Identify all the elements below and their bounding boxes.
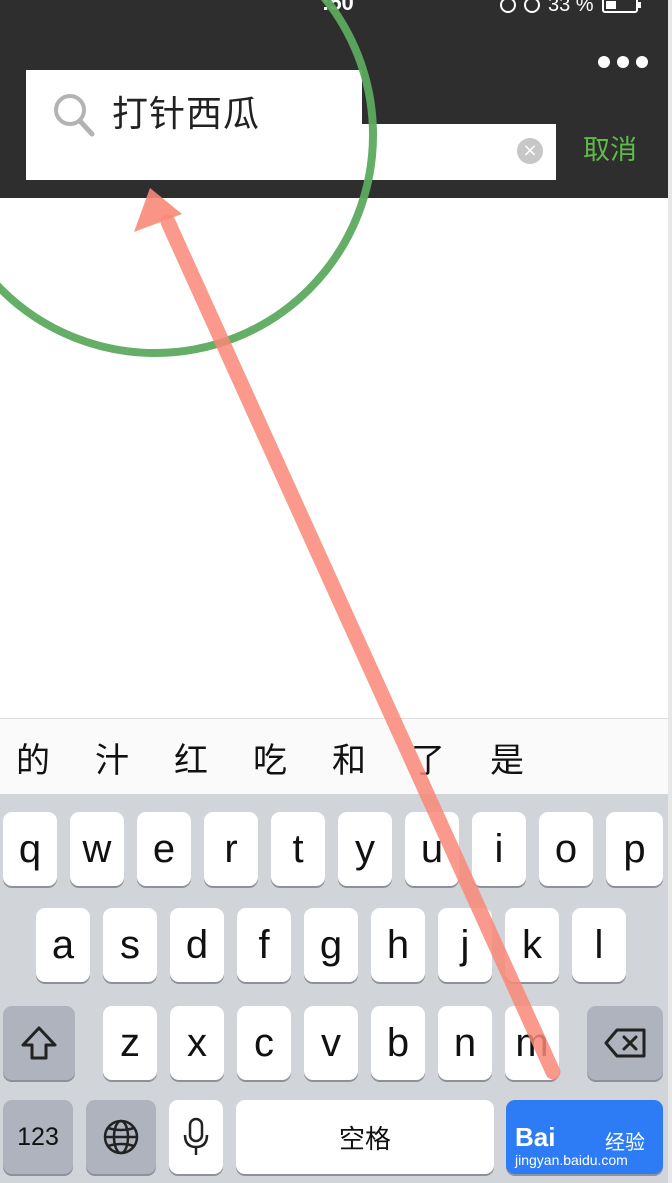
key-m[interactable]: m xyxy=(505,1006,559,1080)
search-query-text: 打针西瓜 xyxy=(112,94,261,135)
battery-icon xyxy=(601,0,641,13)
screenshot: :50 33 % × 取消 打针西瓜 的 汁 红 吃 和 了 是 q w e r… xyxy=(0,0,672,1183)
key-g[interactable]: g xyxy=(304,908,358,982)
numbers-key[interactable]: 123 xyxy=(3,1100,73,1174)
candidate-word[interactable]: 了 xyxy=(411,741,445,781)
battery-percent: 33 % xyxy=(548,0,594,16)
space-key[interactable]: 空格 xyxy=(236,1100,494,1174)
candidate-word[interactable]: 红 xyxy=(174,741,208,781)
candidate-bar: 的 汁 红 吃 和 了 是 xyxy=(0,718,672,795)
candidate-word[interactable]: 吃 xyxy=(253,741,287,781)
key-h[interactable]: h xyxy=(371,908,425,982)
key-y[interactable]: y xyxy=(338,812,392,886)
key-u[interactable]: u xyxy=(405,812,459,886)
more-dots-icon[interactable] xyxy=(598,50,648,74)
key-s[interactable]: s xyxy=(103,908,157,982)
status-bar: :50 33 % xyxy=(0,0,672,18)
key-c[interactable]: c xyxy=(237,1006,291,1080)
globe-icon xyxy=(103,1119,139,1155)
key-q[interactable]: q xyxy=(3,812,57,886)
dot xyxy=(598,56,610,68)
key-a[interactable]: a xyxy=(36,908,90,982)
key-i[interactable]: i xyxy=(472,812,526,886)
dot xyxy=(636,56,648,68)
key-p[interactable]: p xyxy=(606,812,663,886)
status-time: :50 xyxy=(322,0,354,15)
microphone-icon xyxy=(183,1117,209,1155)
top-bar: :50 33 % × 取消 打针西瓜 xyxy=(0,0,672,198)
shift-icon xyxy=(21,1026,57,1060)
key-v[interactable]: v xyxy=(304,1006,358,1080)
status-icons: 33 % xyxy=(500,0,641,16)
shift-key[interactable] xyxy=(3,1006,75,1080)
backspace-key[interactable] xyxy=(587,1006,663,1080)
space-key-label: 空格 xyxy=(338,1124,391,1155)
candidate-word[interactable]: 和 xyxy=(332,741,366,781)
key-j[interactable]: j xyxy=(438,908,492,982)
candidate-word[interactable]: 汁 xyxy=(95,741,129,781)
key-n[interactable]: n xyxy=(438,1006,492,1080)
watermark-suffix: 经验 xyxy=(605,1130,645,1154)
watermark-brand: Bai xyxy=(515,1122,556,1152)
baidu-watermark: Bai 经验 jingyan.baidu.com xyxy=(513,1122,663,1174)
key-r[interactable]: r xyxy=(204,812,258,886)
orientation-lock-icon xyxy=(500,0,516,13)
search-icon xyxy=(54,94,95,137)
key-d[interactable]: d xyxy=(170,908,224,982)
dot xyxy=(617,56,629,68)
globe-key[interactable] xyxy=(86,1100,156,1174)
key-l[interactable]: l xyxy=(572,908,626,982)
key-z[interactable]: z xyxy=(103,1006,157,1080)
frame-edge xyxy=(668,0,672,1183)
microphone-key[interactable] xyxy=(169,1100,223,1174)
numbers-key-label: 123 xyxy=(17,1122,59,1151)
key-t[interactable]: t xyxy=(271,812,325,886)
candidate-word[interactable]: 是 xyxy=(490,741,524,781)
key-w[interactable]: w xyxy=(70,812,124,886)
key-x[interactable]: x xyxy=(170,1006,224,1080)
candidate-word[interactable]: 的 xyxy=(16,741,50,781)
cancel-button[interactable]: 取消 xyxy=(583,134,637,168)
key-b[interactable]: b xyxy=(371,1006,425,1080)
alarm-icon xyxy=(524,0,540,13)
clear-icon[interactable]: × xyxy=(517,138,543,164)
watermark-url: jingyan.baidu.com xyxy=(515,1152,628,1168)
key-e[interactable]: e xyxy=(137,812,191,886)
backspace-icon xyxy=(604,1028,646,1058)
key-f[interactable]: f xyxy=(237,908,291,982)
key-k[interactable]: k xyxy=(505,908,559,982)
key-o[interactable]: o xyxy=(539,812,593,886)
